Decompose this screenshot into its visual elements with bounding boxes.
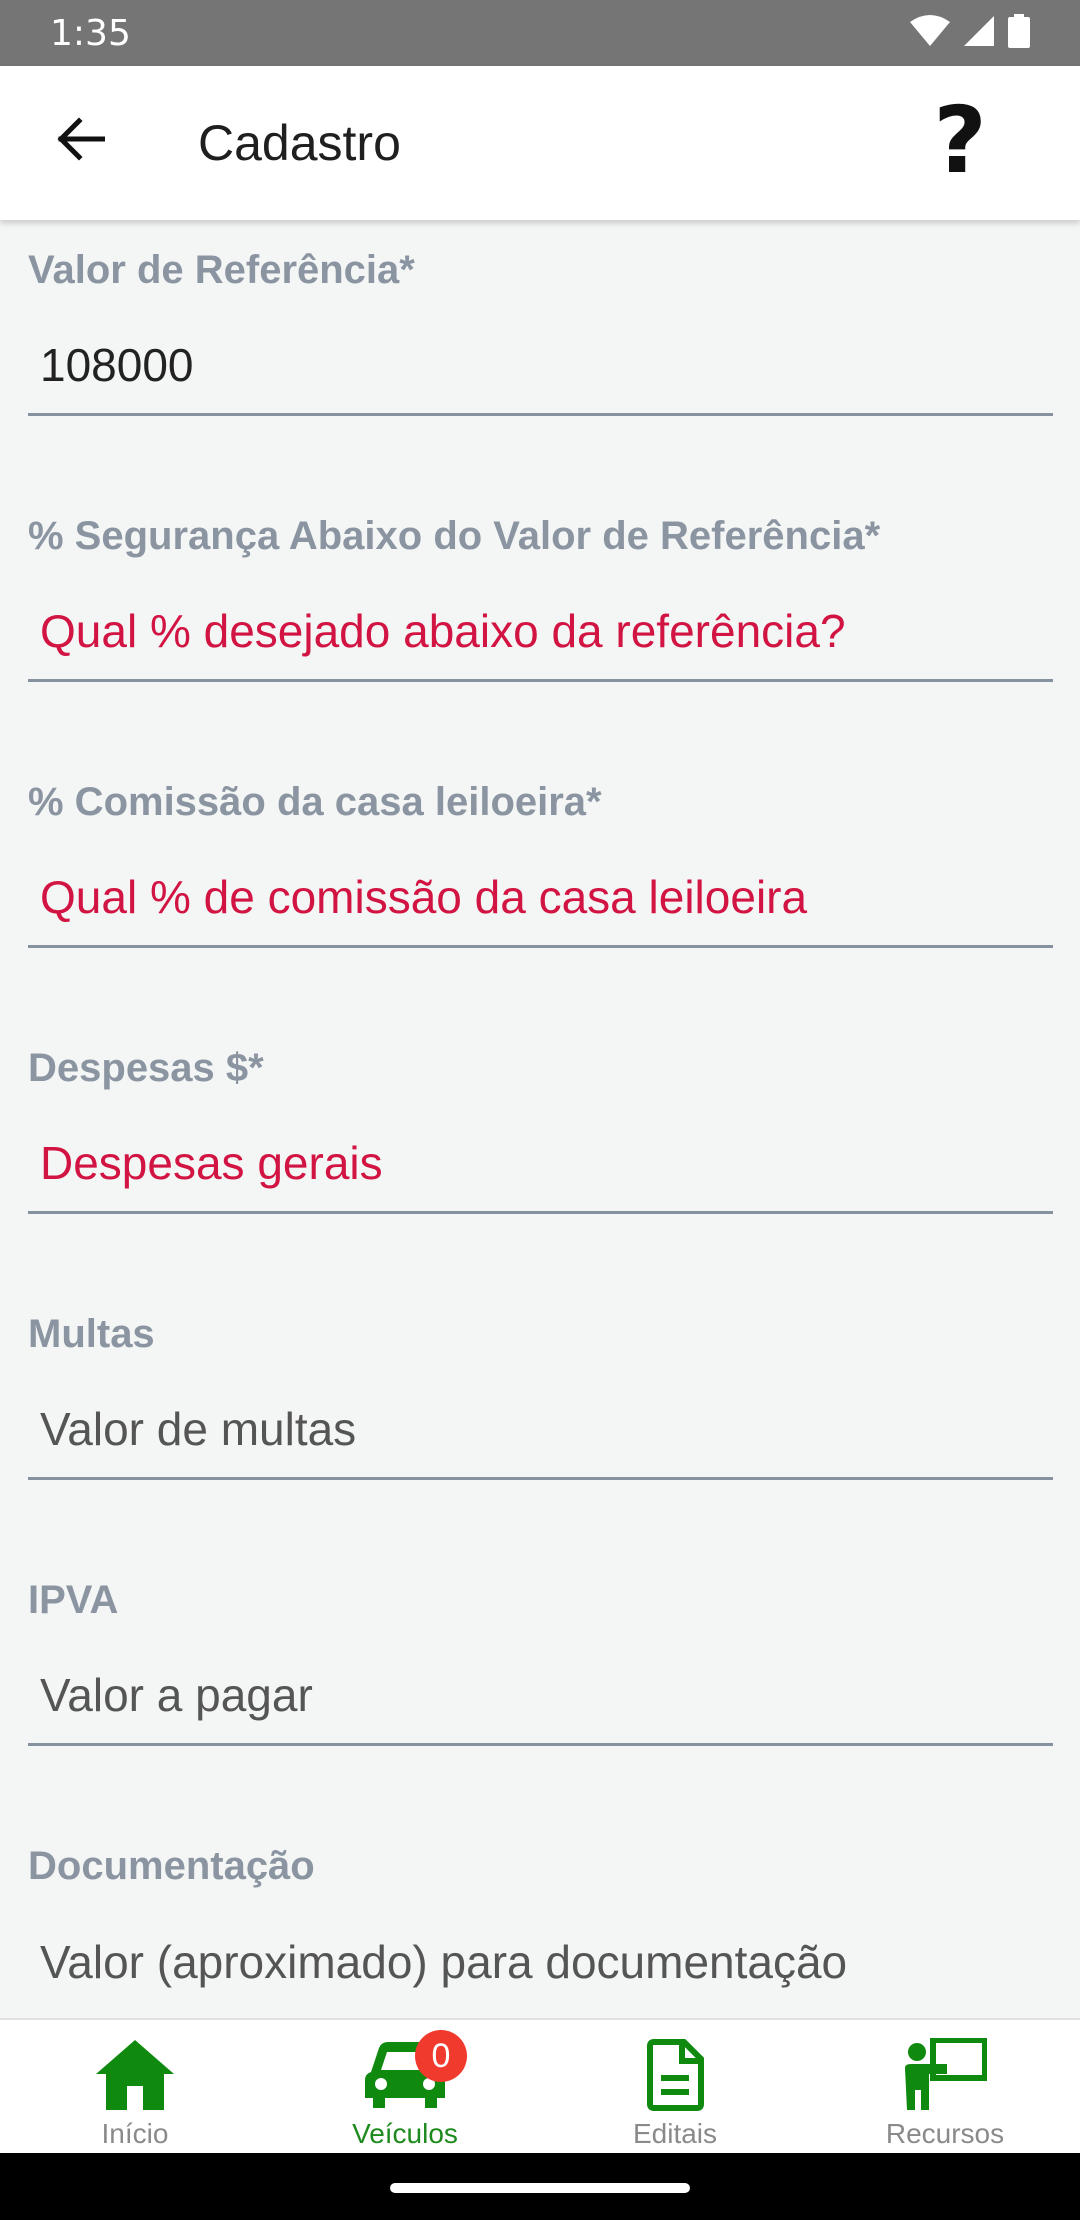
fines-input[interactable] [28, 1380, 1053, 1480]
commission-input[interactable] [28, 848, 1053, 948]
field-label: % Comissão da casa leiloeira* [28, 780, 602, 824]
arrow-left-icon [55, 116, 106, 166]
field-label: Documentação [28, 1844, 315, 1888]
commission-field: % Comissão da casa leiloeira* [28, 766, 1053, 1032]
battery-icon [1008, 13, 1030, 53]
reference-value-input[interactable] [28, 316, 1053, 416]
ipva-input[interactable] [28, 1646, 1053, 1746]
nav-label: Editais [632, 2118, 718, 2149]
field-label: Valor de Referência* [28, 248, 415, 292]
safety-percent-input[interactable] [28, 582, 1053, 682]
safety-percent-field: % Segurança Abaixo do Valor de Referênci… [28, 500, 1053, 766]
signal-icon [962, 14, 996, 53]
form-area: Valor de Referência* % Segurança Abaixo … [0, 220, 1080, 2018]
home-gesture-handle[interactable] [390, 2183, 690, 2193]
home-icon [94, 2035, 176, 2115]
nav-label: Veículos [352, 2118, 458, 2149]
field-label: % Segurança Abaixo do Valor de Referênci… [28, 514, 881, 558]
expenses-field: Despesas $* [28, 1032, 1053, 1298]
ipva-field: IPVA [28, 1564, 1053, 1830]
status-time: 1:35 [50, 12, 131, 54]
back-button[interactable] [40, 101, 120, 181]
nav-item-recursos[interactable]: Recursos [810, 2020, 1080, 2153]
system-gesture-bar [0, 2153, 1080, 2220]
fines-field: Multas [28, 1298, 1053, 1564]
presenter-icon [903, 2035, 987, 2115]
nav-item-editais[interactable]: Editais [540, 2020, 810, 2153]
field-label: IPVA [28, 1578, 119, 1622]
app-bar: Cadastro ? [0, 66, 1080, 220]
nav-item-inicio[interactable]: Início [0, 2020, 270, 2153]
help-button[interactable]: ? [920, 87, 1000, 194]
bottom-navigation: Início 0 Veículos Editais Recursos [0, 2018, 1080, 2153]
document-icon [646, 2035, 704, 2115]
page-title: Cadastro [198, 115, 401, 171]
vehicle-count-badge: 0 [415, 2030, 467, 2082]
field-label: Multas [28, 1312, 155, 1356]
nav-label: Recursos [885, 2118, 1005, 2149]
documentation-field: Documentação [28, 1830, 1053, 2018]
question-mark-icon: ? [933, 87, 987, 194]
nav-label: Início [101, 2118, 169, 2149]
reference-value-field: Valor de Referência* [28, 234, 1053, 500]
nav-item-veiculos[interactable]: 0 Veículos [270, 2020, 540, 2153]
documentation-input[interactable] [28, 1912, 1053, 2012]
status-bar: 1:35 [0, 0, 1080, 66]
status-icons [910, 13, 1030, 53]
expenses-input[interactable] [28, 1114, 1053, 1214]
wifi-icon [910, 14, 950, 53]
field-label: Despesas $* [28, 1046, 264, 1090]
